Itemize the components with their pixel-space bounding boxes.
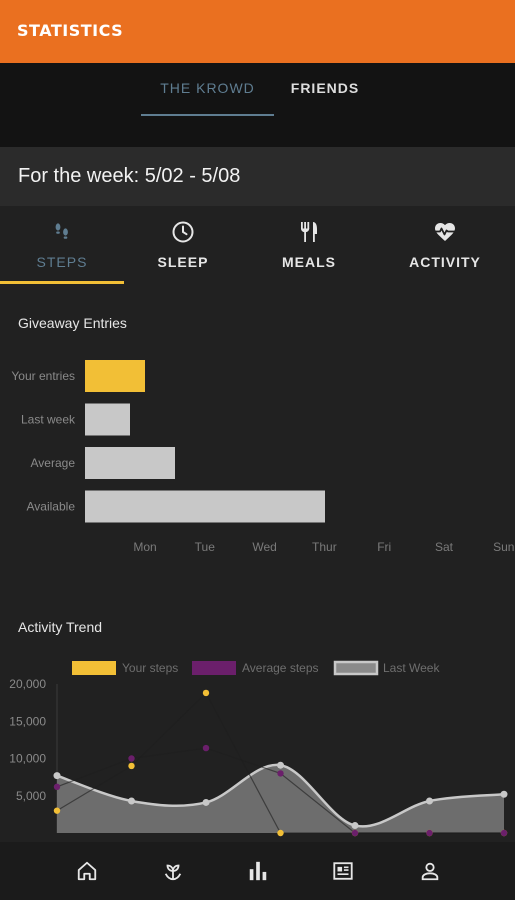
legend-swatch-average-steps bbox=[192, 661, 236, 675]
tab-sleep-label: SLEEP bbox=[157, 254, 209, 270]
giveaway-title: Giveaway Entries bbox=[18, 315, 127, 331]
legend-label-last-week: Last Week bbox=[383, 661, 440, 675]
tab-meals[interactable]: MEALS bbox=[250, 206, 368, 284]
nav-stats[interactable] bbox=[229, 842, 289, 900]
point-last-week-tue bbox=[128, 797, 135, 805]
point-your-steps-thur bbox=[277, 829, 284, 837]
tab-activity-label: ACTIVITY bbox=[409, 254, 481, 270]
point-average-steps-wed bbox=[202, 744, 210, 752]
x-tick-wed: Wed bbox=[252, 540, 276, 554]
point-last-week-wed bbox=[202, 798, 210, 806]
sprout-icon bbox=[164, 864, 182, 881]
tab-friends[interactable]: FRIENDS bbox=[285, 80, 365, 96]
bottom-nav bbox=[0, 842, 515, 900]
bar-average bbox=[85, 447, 175, 479]
tab-steps-label: STEPS bbox=[36, 254, 88, 270]
tab-meals-label: MEALS bbox=[282, 254, 336, 270]
bar-your-entries bbox=[85, 360, 145, 392]
point-last-week-fri bbox=[351, 822, 359, 830]
app-bar: STATISTICS bbox=[0, 0, 515, 63]
footsteps-icon bbox=[55, 223, 68, 239]
nav-sprout[interactable] bbox=[144, 842, 204, 900]
point-average-steps-tue bbox=[128, 755, 135, 762]
trend-chart: Your steps Average steps Last Week 20,000 15… bbox=[9, 660, 508, 837]
tab-activity[interactable]: ACTIVITY bbox=[385, 206, 505, 284]
point-your-steps-mon bbox=[53, 807, 61, 814]
clock-icon bbox=[172, 221, 194, 243]
point-your-steps-wed bbox=[202, 689, 210, 697]
y-tick-15-000: 15,000 bbox=[9, 714, 46, 728]
metric-tabs: STEPS SLEEP MEALS ACTIVITY bbox=[0, 206, 515, 284]
x-tick-fri: Fri bbox=[377, 540, 391, 554]
point-average-steps-thur bbox=[277, 770, 284, 777]
point-last-week-thur bbox=[277, 761, 284, 769]
x-tick-sat: Sat bbox=[435, 540, 454, 554]
point-last-week-mon bbox=[53, 772, 61, 780]
nav-profile[interactable] bbox=[401, 842, 461, 900]
legend-swatch-last-week bbox=[333, 660, 379, 676]
bar-available bbox=[85, 490, 325, 523]
y-tick-10-000: 10,000 bbox=[9, 752, 46, 766]
legend-label-your-steps: Your steps bbox=[122, 661, 178, 675]
bar-label-your-entries: Your entries bbox=[11, 369, 75, 383]
x-tick-tue: Tue bbox=[195, 540, 216, 554]
x-tick-mon: Mon bbox=[133, 540, 156, 554]
home-icon bbox=[77, 861, 97, 881]
week-header: For the week: 5/02 - 5/08 bbox=[0, 147, 515, 206]
heart-pulse-icon bbox=[435, 223, 455, 241]
x-tick-sun: Sun bbox=[493, 540, 514, 554]
x-tick-thur: Thur bbox=[312, 540, 337, 554]
app-title: STATISTICS bbox=[17, 21, 124, 40]
bar-label-available: Available bbox=[27, 500, 76, 514]
group-tabs: THE KROWD FRIENDS bbox=[0, 63, 515, 147]
tab-steps[interactable]: STEPS bbox=[0, 206, 124, 284]
point-last-week-sun bbox=[500, 790, 508, 798]
point-average-steps-mon bbox=[53, 783, 61, 791]
newspaper-icon bbox=[333, 862, 353, 880]
y-tick-5-000: 5,000 bbox=[16, 789, 46, 803]
bar-last-week bbox=[85, 403, 130, 436]
person-icon bbox=[421, 862, 439, 881]
legend-label-average-steps: Average steps bbox=[242, 661, 319, 675]
point-last-week-sat bbox=[426, 797, 433, 805]
bar-label-last-week: Last week bbox=[21, 413, 76, 427]
trend-title: Activity Trend bbox=[18, 619, 103, 635]
bar-chart-icon bbox=[249, 861, 267, 881]
point-average-steps-sun bbox=[500, 829, 508, 837]
bar-label-average: Average bbox=[31, 456, 76, 470]
legend-swatch-your-steps bbox=[72, 661, 116, 675]
point-your-steps-tue bbox=[128, 762, 135, 770]
tab-sleep[interactable]: SLEEP bbox=[124, 206, 242, 284]
point-average-steps-fri bbox=[351, 829, 359, 837]
y-tick-20-000: 20,000 bbox=[9, 677, 46, 691]
giveaway-chart: Your entries Last week Average Available Mon… bbox=[11, 360, 514, 554]
nav-home[interactable] bbox=[58, 842, 118, 900]
nav-news[interactable] bbox=[314, 842, 374, 900]
week-label: For the week: 5/02 - 5/08 bbox=[18, 165, 241, 187]
fork-knife-icon bbox=[301, 222, 317, 242]
point-average-steps-sat bbox=[426, 829, 433, 837]
tab-the-krowd[interactable]: THE KROWD bbox=[141, 80, 274, 116]
